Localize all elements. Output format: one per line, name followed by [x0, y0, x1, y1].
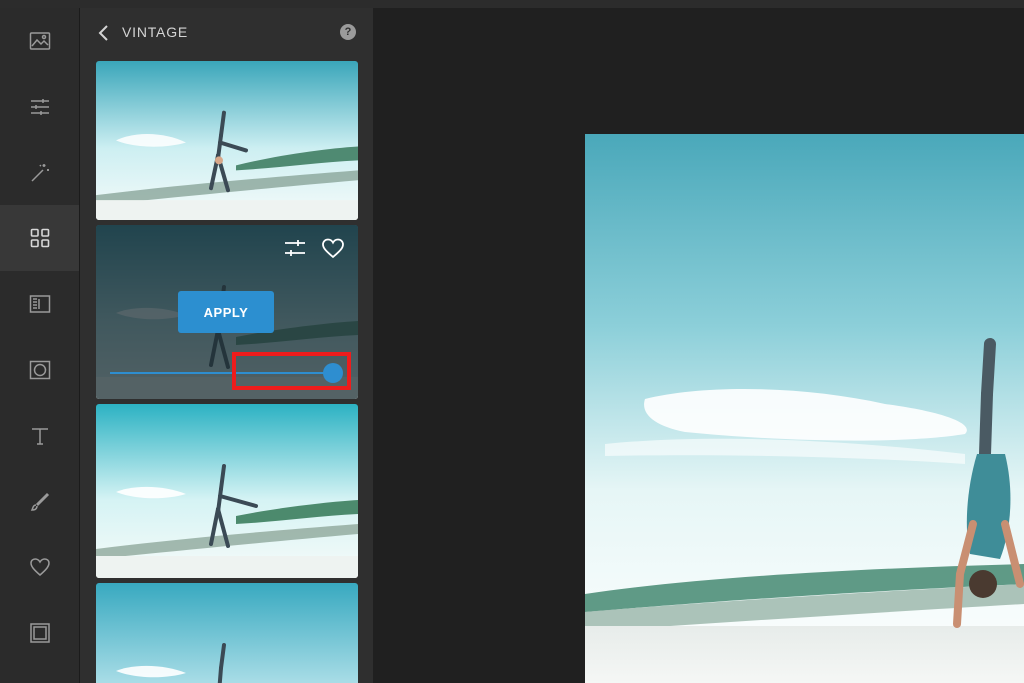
rail-item-adjust[interactable]: [0, 74, 79, 140]
image-icon: [29, 32, 50, 50]
rail-item-filters[interactable]: [0, 205, 79, 271]
grid-icon: [30, 228, 49, 248]
filter-thumbnail[interactable]: [96, 583, 358, 683]
main-photo: [585, 134, 1024, 683]
apply-button[interactable]: APPLY: [178, 291, 274, 333]
heart-icon: [322, 238, 344, 259]
filter-preview-image: [96, 404, 358, 578]
magic-wand-icon: [30, 164, 49, 182]
favorite-button[interactable]: [320, 235, 346, 261]
heart-icon: [29, 558, 50, 576]
rail-item-frames[interactable]: [0, 600, 79, 666]
editor-canvas: [373, 8, 1024, 683]
filter-thumbnail[interactable]: [96, 61, 358, 220]
sliders-icon: [30, 99, 49, 115]
sliders-icon: [285, 240, 305, 256]
filter-thumbnail-selected[interactable]: APPLY: [96, 225, 358, 399]
text-icon: [31, 428, 48, 445]
intensity-slider-track[interactable]: [110, 372, 334, 374]
rail-item-texture[interactable]: [0, 271, 79, 337]
frame-icon: [29, 623, 50, 643]
top-bar: [0, 0, 1024, 8]
filter-thumbnail[interactable]: [96, 404, 358, 578]
filter-preview-image: [96, 61, 358, 220]
chevron-left-icon: [98, 25, 108, 41]
brush-icon: [30, 492, 49, 511]
back-button[interactable]: [92, 20, 114, 46]
rail-item-stickers[interactable]: [0, 534, 79, 600]
rail-item-effects[interactable]: [0, 140, 79, 206]
intensity-slider-handle[interactable]: [323, 363, 343, 383]
panel-header: VINTAGE ?: [80, 8, 373, 56]
texture-icon: [29, 295, 50, 313]
tool-rail: [0, 8, 80, 683]
help-button[interactable]: ?: [340, 24, 356, 40]
rail-item-image[interactable]: [0, 8, 79, 74]
filter-panel: VINTAGE ? APPLY: [80, 8, 373, 683]
panel-title: VINTAGE: [122, 24, 189, 40]
rail-item-text[interactable]: [0, 403, 79, 469]
rail-item-draw[interactable]: [0, 469, 79, 535]
filter-settings-button[interactable]: [282, 235, 308, 261]
rail-item-vignette[interactable]: [0, 337, 79, 403]
filter-preview-image: [96, 583, 358, 683]
vignette-icon: [29, 360, 50, 380]
